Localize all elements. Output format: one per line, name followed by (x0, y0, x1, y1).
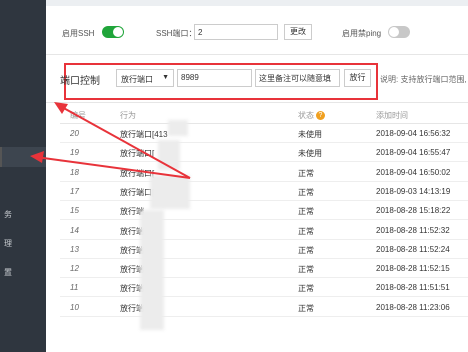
annotation-arrows (30, 102, 191, 179)
